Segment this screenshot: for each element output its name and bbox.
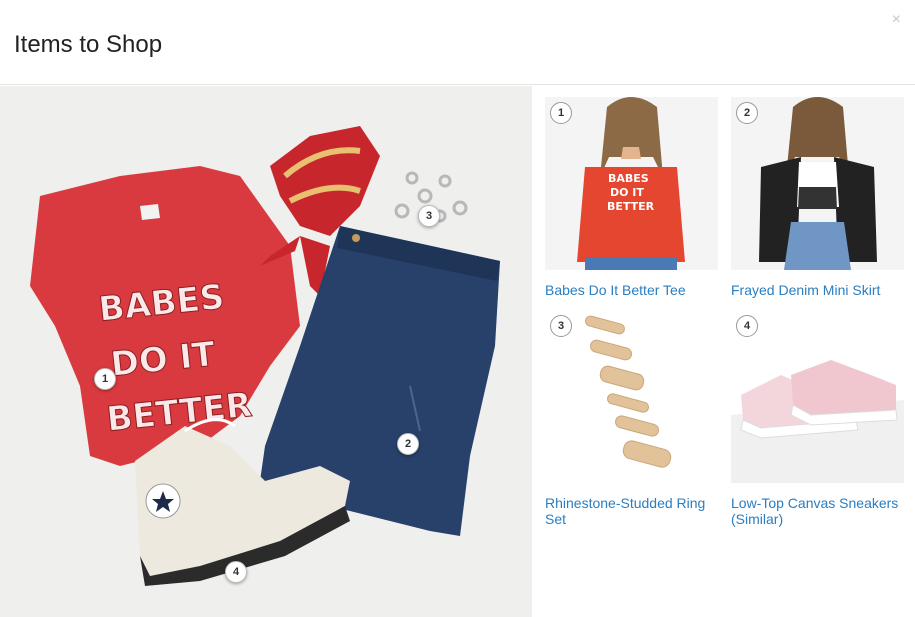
outfit-illustration: BABES DO IT BETTER — [0, 86, 532, 617]
product-name-link[interactable]: Rhinestone-Studded Ring Set — [545, 495, 718, 527]
modal-title: Items to Shop — [14, 31, 163, 58]
thumb-print-line-3: BETTER — [607, 200, 655, 213]
tee-model-photo: BABES DO IT BETTER — [545, 97, 718, 270]
skirt-model-photo — [731, 97, 904, 270]
product-card[interactable]: 2 Frayed Denim Mini Skirt — [731, 97, 904, 298]
product-thumbnail[interactable]: 3 — [545, 310, 718, 483]
product-name-link[interactable]: Low-Top Canvas Sneakers (Similar) — [731, 495, 904, 527]
product-number-badge: 3 — [550, 315, 572, 337]
shop-modal: Items to Shop × BABES DO IT BETTER 1 2 3… — [0, 0, 915, 617]
outfit-pin-3[interactable]: 3 — [418, 205, 440, 227]
product-card[interactable]: 3 Rhinestone-Studded Ring Set — [545, 310, 718, 527]
product-card[interactable]: BABES DO IT BETTER 1 Babes Do It Better … — [545, 97, 718, 298]
thumb-print-line-1: BABES — [608, 172, 649, 185]
outfit-pin-4[interactable]: 4 — [225, 561, 247, 583]
outfit-pin-2[interactable]: 2 — [397, 433, 419, 455]
close-icon[interactable]: × — [892, 12, 901, 28]
product-number-badge: 4 — [736, 315, 758, 337]
ring-set-photo — [545, 310, 718, 483]
product-thumbnail[interactable]: BABES DO IT BETTER 1 — [545, 97, 718, 270]
product-card[interactable]: 4 Low-Top Canvas Sneakers (Similar) — [731, 310, 904, 527]
thumb-print-line-2: DO IT — [610, 186, 644, 199]
product-number-badge: 2 — [736, 102, 758, 124]
product-name-link[interactable]: Babes Do It Better Tee — [545, 282, 718, 298]
product-thumbnail[interactable]: 2 — [731, 97, 904, 270]
product-name-link[interactable]: Frayed Denim Mini Skirt — [731, 282, 904, 298]
sneakers-photo — [731, 310, 904, 483]
product-thumbnail[interactable]: 4 — [731, 310, 904, 483]
product-number-badge: 1 — [550, 102, 572, 124]
outfit-pin-1[interactable]: 1 — [94, 368, 116, 390]
modal-header: Items to Shop × — [0, 0, 915, 85]
outfit-photo: BABES DO IT BETTER 1 2 3 4 — [0, 86, 532, 617]
